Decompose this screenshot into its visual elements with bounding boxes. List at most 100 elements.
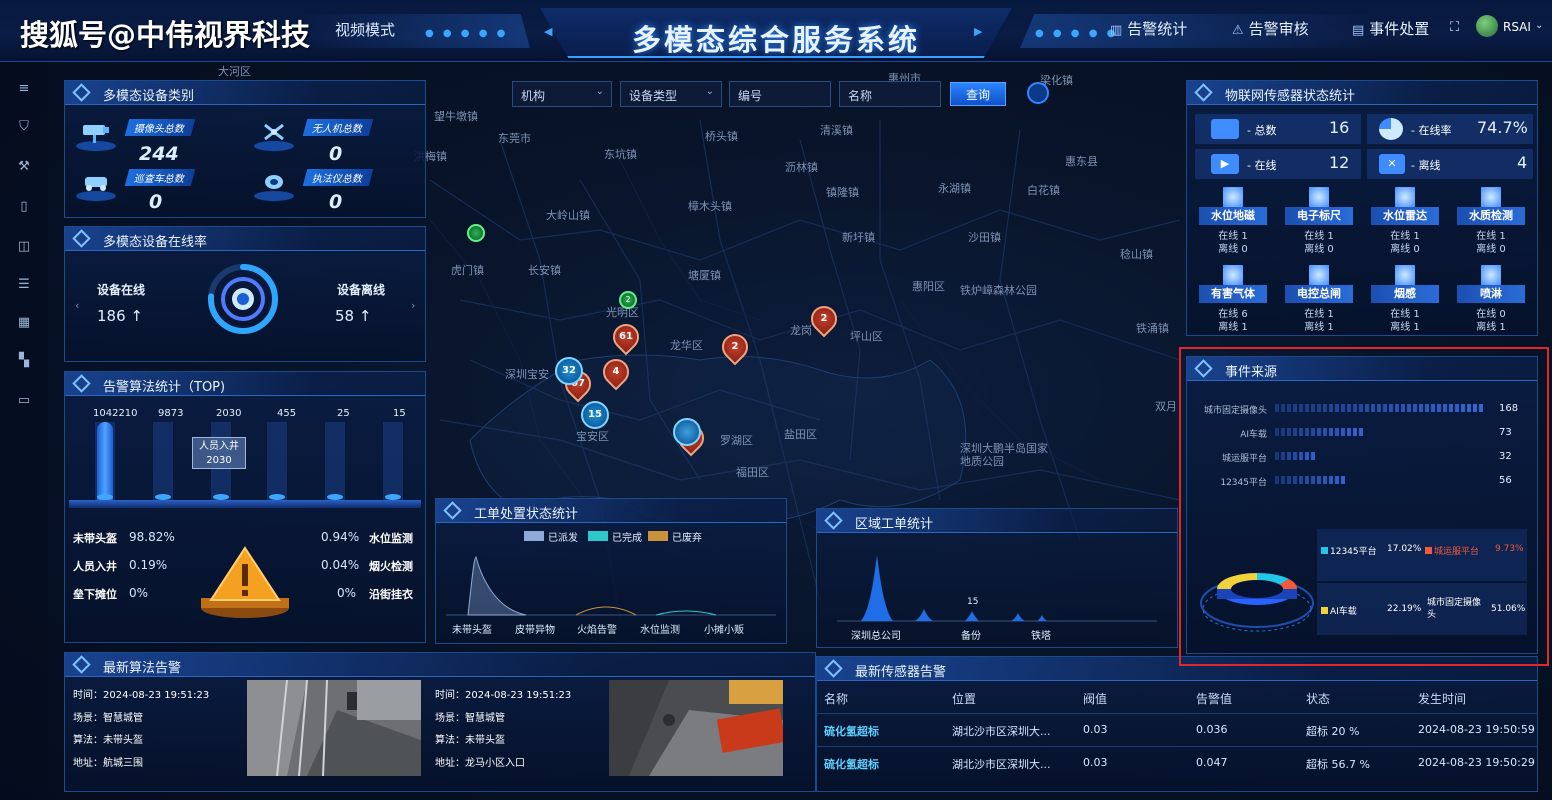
online-label: 设备在线 (97, 283, 146, 297)
table-icon[interactable]: ▦ (16, 316, 32, 330)
map-marker-green[interactable] (467, 224, 485, 242)
panel-header: 最新算法告警 (65, 653, 815, 677)
map-place: 沥林镇 (785, 161, 818, 174)
diamond-icon (824, 659, 843, 678)
folder-icon[interactable]: ▭ (16, 394, 32, 408)
algo-name: 沿街挂衣 (369, 588, 413, 601)
chevron-down-icon: ⌄ (705, 86, 714, 97)
device-type-select[interactable]: 设备类型 ⌄ (620, 81, 722, 107)
map-marker-green[interactable]: 2 (619, 291, 637, 309)
number-input[interactable]: 编号 (729, 81, 831, 107)
sensor-card[interactable]: 烟感 在线 1 离线 1 (1371, 265, 1439, 333)
chevron-left-icon[interactable]: ‹ (75, 299, 79, 312)
panel-title: 最新传感器告警 (855, 665, 947, 680)
axis-label: 备份 (961, 631, 981, 642)
legend-swatch (588, 531, 608, 541)
avatar[interactable] (1476, 15, 1498, 37)
algo-bar[interactable] (155, 448, 171, 500)
map-place: 白花镇 (1027, 184, 1060, 197)
pie-icon (1379, 118, 1403, 140)
chevron-down-icon[interactable]: ⌄ (1535, 20, 1543, 31)
device-types-panel: 多模态设备类别 摄像头总数 244 无人机总数 0 巡查车总数 0 执法仪总数 … (64, 80, 426, 218)
map-place: 大岭山镇 (546, 209, 590, 222)
algo-bar[interactable] (97, 421, 113, 500)
tool-icon[interactable]: ⚒ (16, 160, 32, 174)
diamond-icon (72, 83, 91, 102)
name-input[interactable]: 名称 (839, 81, 941, 107)
online-value: 186 ↑ (97, 307, 143, 325)
map-marker-blue[interactable] (673, 418, 701, 446)
map-place: 惠东县 (1065, 155, 1098, 168)
drone-count-label: 无人机总数 (302, 119, 374, 136)
system-title: 多模态综合服务系统 (631, 23, 920, 57)
monitor-icon[interactable]: ◫ (16, 240, 32, 254)
legend-swatch (524, 531, 544, 541)
sensor-card[interactable]: 电子标尺 在线 1 离线 0 (1285, 187, 1353, 255)
video-mode-link[interactable]: 视频模式 (335, 19, 395, 40)
work-order-chart (446, 556, 776, 616)
sensor-card[interactable]: 喷淋 在线 0 离线 1 (1457, 265, 1525, 333)
table-row[interactable]: 硫化氢超标 湖北沙市区深圳大... 0.03 0.047 超标 56.7 % 2… (816, 747, 1538, 779)
sensor-card[interactable]: 水质检测 在线 1 离线 0 (1457, 187, 1525, 255)
map-place: 虎门镇 (451, 264, 484, 277)
table-row[interactable]: 硫化氢超标 湖北沙市区深圳大... 0.03 0.036 超标 20 % 202… (816, 714, 1538, 746)
map-place: 龙岗 (790, 324, 812, 337)
diamond-icon (1194, 83, 1213, 102)
axis-label: 铁塔 (1031, 631, 1051, 642)
bar-base (97, 494, 113, 500)
peak-label: 15 (967, 597, 979, 607)
algo-pct: 98.82% (129, 530, 175, 544)
grid-icon[interactable]: ▚ (16, 354, 32, 368)
map-place: 盐田区 (784, 428, 817, 441)
alarm-snapshot[interactable] (247, 680, 421, 776)
sensor-card[interactable]: 有害气体 在线 6 离线 1 (1199, 265, 1267, 333)
menu-icon[interactable]: ≡ (16, 82, 32, 96)
shield-icon[interactable]: ⛉ (16, 120, 32, 134)
axis-label: 未带头盔 (452, 625, 492, 636)
alarm-snapshot[interactable] (609, 680, 783, 776)
map-marker-blue[interactable]: 32 (555, 357, 583, 385)
map-place: 望牛墩镇 (434, 110, 478, 123)
algo-name: 人员入井 (73, 560, 117, 573)
diamond-icon (824, 511, 843, 530)
chevron-right-icon[interactable]: › (411, 299, 415, 312)
locate-button[interactable] (1027, 82, 1049, 104)
bar-base (327, 494, 343, 500)
bar-chart-icon: ▥ (1110, 23, 1123, 38)
map-place: 罗湖区 (720, 434, 753, 447)
nav-alarm-stats[interactable]: ▥ 告警统计 (1110, 18, 1187, 39)
user-name[interactable]: RSAI (1503, 20, 1531, 34)
map-place: 塘厦镇 (688, 269, 721, 282)
map-marker-blue[interactable]: 15 (581, 401, 609, 429)
drone-icon (254, 123, 294, 151)
list-icon[interactable]: ☰ (16, 278, 32, 292)
sensor-card[interactable]: 水位雷达 在线 1 离线 0 (1371, 187, 1439, 255)
org-select[interactable]: 机构 ⌄ (512, 81, 612, 107)
algo-name: 烟火检测 (369, 560, 413, 573)
legend-label: 已废弃 (672, 533, 702, 544)
sensor-card[interactable]: 水位地磁 在线 1 离线 0 (1199, 187, 1267, 255)
panel-title: 区域工单统计 (855, 517, 934, 532)
axis-label: 深圳总公司 (851, 631, 901, 642)
iot-summary-total: - 总数 16 (1195, 114, 1361, 144)
legend-label: 已完成 (612, 533, 642, 544)
axis-label: 皮带异物 (515, 625, 555, 636)
map-place: 镇隆镇 (826, 186, 859, 199)
algo-pct: 0.04% (321, 558, 360, 572)
sensor-card[interactable]: 电控总闸 在线 1 离线 1 (1285, 265, 1353, 333)
query-button[interactable]: 查询 (950, 82, 1006, 106)
camera-icon (76, 125, 116, 151)
fullscreen-icon[interactable]: ⛶ (1450, 20, 1459, 35)
map-place: 新圩镇 (842, 231, 875, 244)
nav-alarm-review[interactable]: ⚠ 告警审核 (1232, 18, 1309, 39)
nav-event-handling[interactable]: ▤ 事件处置 (1352, 18, 1429, 39)
online-rate-panel: 多模态设备在线率 设备在线 186 ↑ 设备离线 58 ↑ ‹ › (64, 226, 426, 362)
bar-base (385, 494, 401, 500)
sensor-icon (1395, 265, 1415, 285)
axis-label: 火焰告警 (577, 625, 617, 636)
car-count-label: 巡查车总数 (124, 169, 196, 186)
arrow-left-icon: ◀ (544, 25, 553, 38)
document-icon[interactable]: ▯ (16, 200, 32, 214)
algo-pct: 0.19% (129, 558, 168, 572)
panel-title: 最新算法告警 (103, 661, 182, 676)
